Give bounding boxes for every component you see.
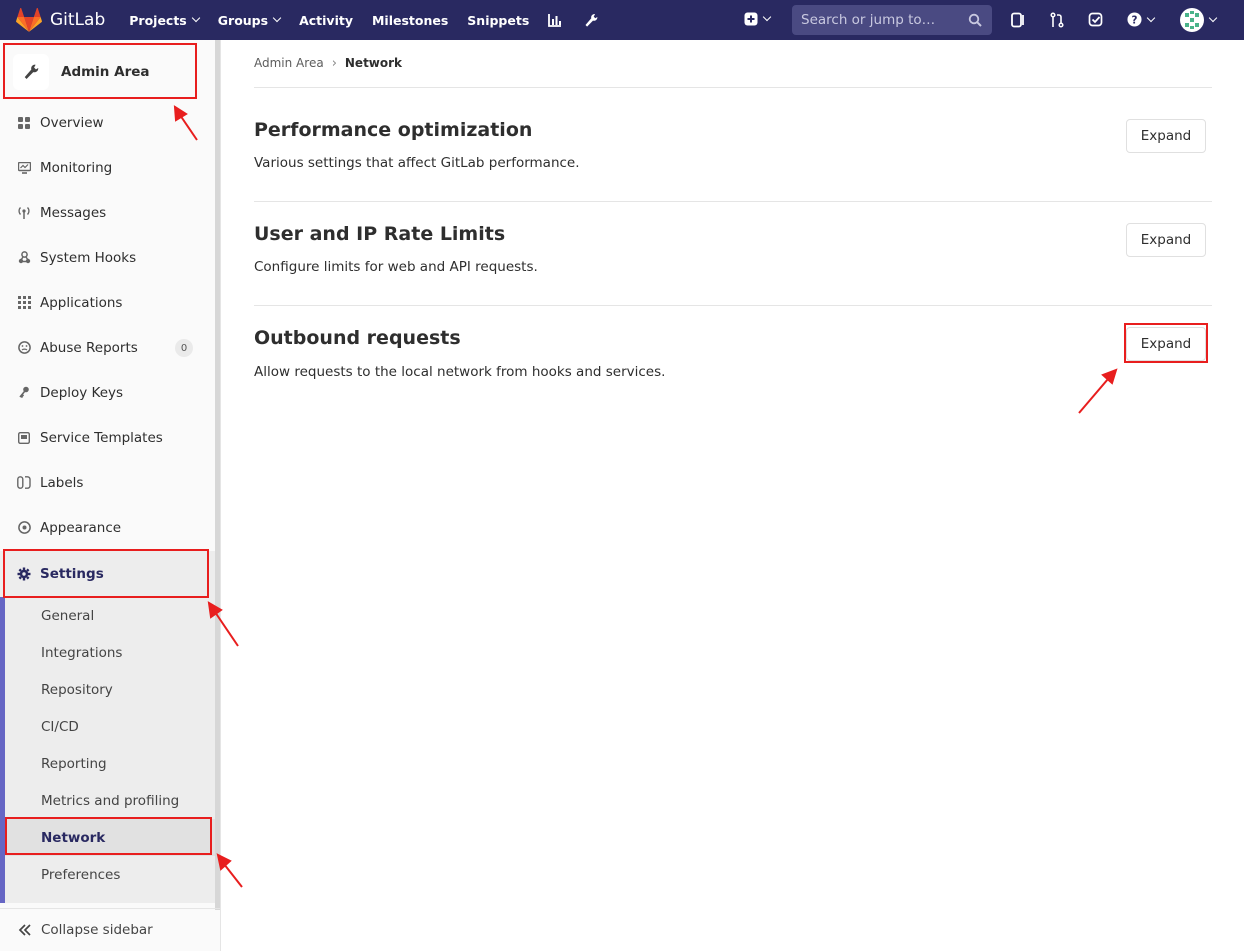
sidebar-item-label: System Hooks	[40, 249, 137, 266]
sidebar-item-deploy-keys[interactable]: Deploy Keys	[0, 370, 215, 415]
top-navbar: GitLab Projects Groups Activity Mileston…	[0, 0, 1244, 40]
sidebar-item-monitoring[interactable]: Monitoring	[0, 145, 215, 190]
nav-projects-label: Projects	[129, 12, 187, 28]
sidebar-scrollbar[interactable]	[215, 40, 220, 910]
palette-icon	[17, 521, 31, 535]
search-icon[interactable]	[968, 13, 982, 27]
admin-wrench-icon[interactable]	[584, 0, 598, 40]
admin-sidebar: Admin Area Overview Monitoring Messages …	[0, 40, 221, 951]
sidebar-item-appearance[interactable]: Appearance	[0, 505, 215, 550]
breadcrumb: Admin Area › Network	[254, 54, 402, 72]
help-dropdown[interactable]: ?	[1127, 12, 1156, 27]
section-title-outbound: Outbound requests	[254, 327, 461, 349]
sidebar-item-applications[interactable]: Applications	[0, 280, 215, 325]
highlight-box-network	[5, 817, 212, 855]
breadcrumb-separator-icon: ›	[331, 55, 337, 71]
divider	[254, 305, 1212, 306]
settings-submenu: General Integrations Repository CI/CD Re…	[0, 597, 215, 903]
divider	[254, 87, 1212, 88]
brand-name: GitLab	[50, 10, 106, 30]
user-menu[interactable]	[1180, 8, 1218, 32]
submenu-item-repository[interactable]: Repository	[5, 671, 215, 708]
abuse-count-badge: 0	[175, 339, 193, 357]
sidebar-item-messages[interactable]: Messages	[0, 190, 215, 235]
collapse-sidebar-label: Collapse sidebar	[41, 922, 153, 938]
plus-square-icon	[744, 12, 758, 26]
search-input[interactable]	[801, 12, 961, 28]
arrow-head-icon	[1101, 368, 1118, 385]
search-box	[792, 5, 992, 35]
template-icon	[17, 431, 31, 445]
section-desc-rate-limits: Configure limits for web and API request…	[254, 259, 538, 275]
sidebar-item-label: Messages	[40, 204, 107, 221]
nav-projects[interactable]: Projects	[129, 0, 201, 40]
annotation-arrow	[223, 863, 243, 888]
section-title-performance: Performance optimization	[254, 119, 533, 141]
highlight-box-admin-area	[3, 43, 197, 99]
chevron-down-icon	[272, 13, 282, 23]
merge-request-icon[interactable]	[1049, 12, 1065, 32]
section-desc-performance: Various settings that affect GitLab perf…	[254, 155, 580, 171]
submenu-item-integrations[interactable]: Integrations	[5, 634, 215, 671]
todo-icon[interactable]	[1088, 12, 1104, 32]
sidebar-item-overview[interactable]: Overview	[0, 100, 215, 145]
chevron-down-icon	[1208, 13, 1218, 23]
annotation-arrow	[1078, 378, 1109, 414]
monitor-icon	[17, 161, 31, 175]
section-title-rate-limits: User and IP Rate Limits	[254, 223, 506, 245]
collapse-sidebar-button[interactable]: Collapse sidebar	[0, 908, 220, 951]
section-desc-outbound: Allow requests to the local network from…	[254, 364, 666, 380]
breadcrumb-parent-link[interactable]: Admin Area	[254, 56, 324, 70]
overview-icon	[17, 116, 31, 130]
sidebar-item-label: Service Templates	[40, 429, 163, 446]
submenu-item-metrics[interactable]: Metrics and profiling	[5, 782, 215, 819]
submenu-item-cicd[interactable]: CI/CD	[5, 708, 215, 745]
expand-rate-limits-button[interactable]: Expand	[1126, 223, 1206, 257]
nav-groups[interactable]: Groups	[217, 0, 282, 40]
submenu-item-reporting[interactable]: Reporting	[5, 745, 215, 782]
nav-milestones[interactable]: Milestones	[372, 0, 448, 40]
highlight-box-outbound-expand	[1124, 323, 1208, 363]
breadcrumb-current[interactable]: Network	[345, 56, 402, 70]
help-icon: ?	[1127, 12, 1142, 27]
sidebar-item-label: Overview	[40, 114, 104, 131]
grid-icon	[17, 296, 31, 310]
chevron-down-icon	[762, 12, 772, 22]
sidebar-item-label: Appearance	[40, 519, 122, 536]
divider	[254, 201, 1212, 202]
sidebar-item-label: Deploy Keys	[40, 384, 124, 401]
new-item-dropdown[interactable]	[744, 12, 772, 26]
chevron-down-icon	[191, 13, 201, 23]
gitlab-home-link[interactable]: GitLab	[16, 0, 105, 40]
label-icon	[17, 476, 31, 490]
submenu-item-preferences[interactable]: Preferences	[5, 856, 215, 893]
nav-activity[interactable]: Activity	[299, 0, 353, 40]
analytics-icon[interactable]	[548, 0, 562, 40]
submenu-item-general[interactable]: General	[5, 597, 215, 634]
chevron-down-icon	[1146, 13, 1156, 22]
sidebar-item-label: Monitoring	[40, 159, 113, 176]
sidebar-item-abuse-reports[interactable]: Abuse Reports 0	[0, 325, 215, 370]
nav-snippets[interactable]: Snippets	[467, 0, 529, 40]
nav-groups-label: Groups	[217, 12, 269, 28]
key-icon	[17, 386, 31, 400]
user-avatar	[1180, 8, 1204, 32]
expand-performance-button[interactable]: Expand	[1126, 119, 1206, 153]
broadcast-icon	[17, 206, 31, 220]
hook-icon	[17, 251, 31, 265]
sidebar-item-labels[interactable]: Labels	[0, 460, 215, 505]
face-icon	[17, 341, 31, 355]
sidebar-item-label: Abuse Reports	[40, 339, 138, 356]
gitlab-logo-icon	[16, 8, 42, 32]
double-chevron-left-icon	[18, 924, 31, 936]
sidebar-item-service-templates[interactable]: Service Templates	[0, 415, 215, 460]
issues-icon[interactable]	[1010, 12, 1026, 32]
svg-text:?: ?	[1132, 14, 1138, 26]
sidebar-item-label: Applications	[40, 294, 123, 311]
sidebar-item-label: Labels	[40, 474, 84, 491]
highlight-box-settings	[3, 549, 209, 598]
sidebar-item-system-hooks[interactable]: System Hooks	[0, 235, 215, 280]
